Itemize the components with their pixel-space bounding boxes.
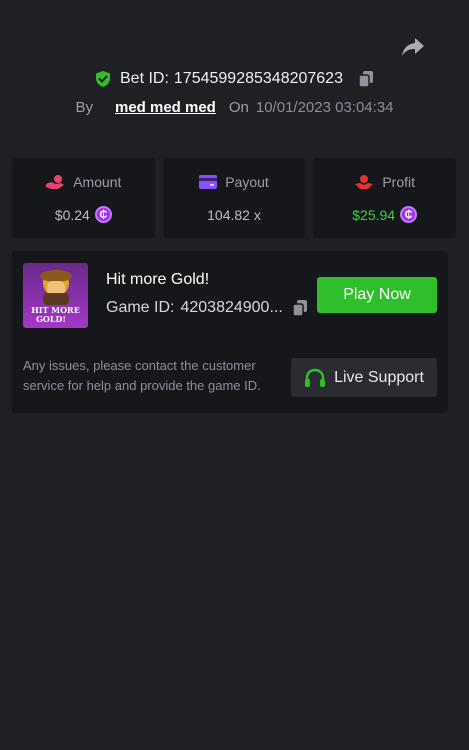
card-icon [199,174,218,189]
stat-value: $0.24 [54,206,90,223]
bet-id-label: Bet ID: [120,70,169,87]
hand-money-icon [355,174,374,189]
game-id-value: 4203824900... [180,299,283,316]
support-help-text: Any issues, please contact the customer … [23,358,261,393]
hand-coins-icon [46,174,65,189]
bet-id-value: 1754599285348207623 [173,70,343,87]
verified-shield-icon [94,70,112,88]
by-label: By [75,98,93,116]
headset-icon [305,368,326,387]
coin-icon: ₵ [94,206,112,223]
bet-meta-row: By med med med On 10/01/2023 03:04:34 [0,95,469,119]
stat-value: $25.94 [352,206,396,223]
game-title: Hit more Gold! [106,271,210,288]
stat-label: Payout [225,173,269,190]
on-label: On [228,98,249,116]
stat-label: Profit [382,173,416,190]
copy-game-id-icon[interactable] [291,299,309,317]
bet-datetime: 10/01/2023 03:04:34 [255,98,394,116]
game-id-label: Game ID: [106,299,175,316]
play-now-button[interactable]: Play Now [317,277,437,313]
stat-label: Amount [73,173,122,190]
username-link[interactable]: med med med [115,99,216,116]
game-card: HIT MORE GOLD! Hit more Gold! Game ID: 4… [12,251,448,413]
copy-bet-id-icon[interactable] [357,70,375,88]
live-support-button[interactable]: Live Support [291,358,437,397]
game-id-row: Game ID: 4203824900... [106,299,309,317]
bet-id-row: Bet ID: 1754599285348207623 [0,66,469,92]
stat-profit: Profit $25.94 ₵ [313,158,457,238]
stat-amount: Amount $0.24 ₵ [12,158,155,238]
bet-stats: Amount $0.24 ₵ Payout 104.82 x Profit $2… [12,158,457,238]
thumb-title-line2: GOLD! [36,314,66,324]
stat-value: 104.82 x [207,206,261,223]
share-button[interactable] [400,36,426,58]
live-support-label: Live Support [334,368,424,386]
coin-icon: ₵ [400,206,418,223]
stat-payout: Payout 104.82 x [162,158,306,238]
share-icon [402,38,424,56]
bet-detail-page: Bet ID: 1754599285348207623 By med med m… [0,0,469,750]
game-thumbnail[interactable]: HIT MORE GOLD! [23,263,88,328]
